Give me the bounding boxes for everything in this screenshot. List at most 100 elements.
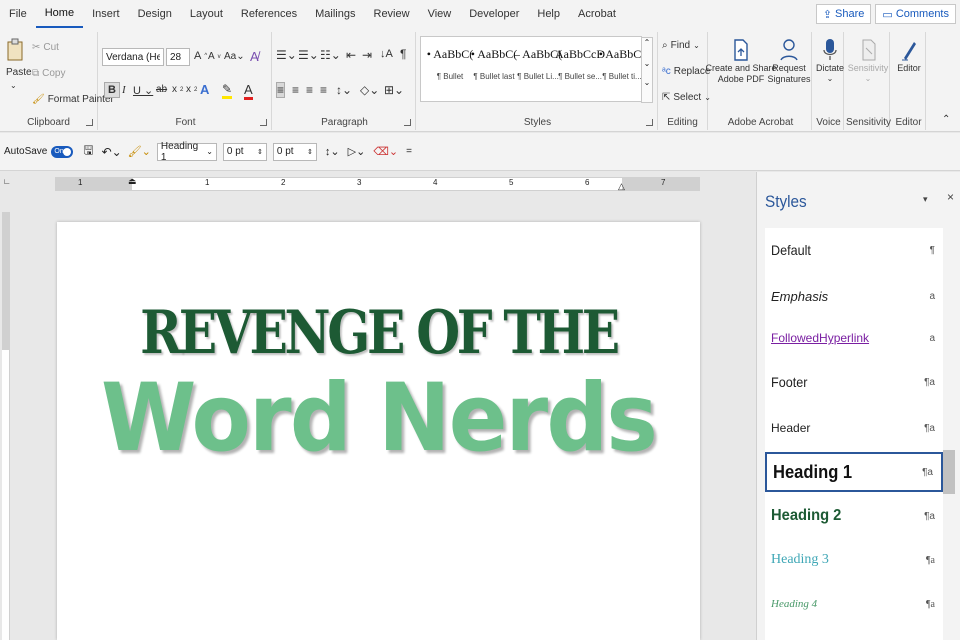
vertical-ruler[interactable] <box>2 212 10 640</box>
document-title-line-2[interactable]: Word Nerds <box>83 372 675 466</box>
superscript-icon[interactable]: x2 <box>186 84 197 95</box>
tab-insert[interactable]: Insert <box>83 0 129 28</box>
tab-acrobat[interactable]: Acrobat <box>569 0 625 28</box>
paste-button[interactable]: Paste ⌄ <box>6 38 32 90</box>
font-name-box[interactable]: Verdana (Headir <box>102 48 164 66</box>
tab-file[interactable]: File <box>0 0 36 28</box>
indent-marker-icon[interactable]: ⏏ <box>128 176 137 187</box>
tab-selector-icon[interactable]: ∟ <box>3 177 13 187</box>
increase-indent-icon[interactable]: ⇥ <box>362 48 372 62</box>
collapse-ribbon-icon[interactable]: ⌃ <box>942 114 950 125</box>
undo-icon[interactable]: ↶⌄ <box>102 145 122 159</box>
decrease-indent-icon[interactable]: ⇤ <box>346 48 356 62</box>
sensitivity-icon <box>862 39 876 61</box>
dialog-launcher-icon[interactable] <box>86 119 93 126</box>
tab-mailings[interactable]: Mailings <box>306 0 364 28</box>
find-button[interactable]: ⌕ Find ⌄ <box>662 40 700 51</box>
align-left-icon[interactable]: ≡ <box>276 82 286 98</box>
style-item-emphasis[interactable]: Emphasis a <box>765 276 943 316</box>
document-title-line-1[interactable]: REVENGE OF THE <box>108 298 648 368</box>
style-item-followed-hyperlink[interactable]: FollowedHyperlink a <box>765 318 943 358</box>
replace-button[interactable]: ᵃc Replace <box>662 66 710 77</box>
numbering-icon[interactable]: ☰⌄ <box>298 48 319 62</box>
cut-button[interactable]: ✂ Cut <box>32 42 59 53</box>
dialog-launcher-icon[interactable] <box>404 119 411 126</box>
style-item-default[interactable]: Default ¶ <box>765 230 943 270</box>
align-right-icon[interactable]: ≡ <box>306 83 313 97</box>
justify-icon[interactable]: ≡ <box>320 83 327 97</box>
style-item-footer[interactable]: Footer ¶a <box>765 362 943 402</box>
grow-font-icon[interactable]: A ^ <box>194 50 207 62</box>
format-painter-icon[interactable]: 🖌⌄ <box>128 145 151 158</box>
close-icon[interactable]: × <box>947 190 954 204</box>
autosave-toggle[interactable]: On <box>51 145 74 158</box>
multilevel-list-icon[interactable]: ☷⌄ <box>320 48 341 62</box>
dialog-launcher-icon[interactable] <box>646 119 653 126</box>
sensitivity-button[interactable]: Sensitivity ⌄ <box>848 38 888 83</box>
underline-icon[interactable]: U ⌄ <box>133 84 153 97</box>
shading-icon[interactable]: ◇⌄ <box>360 83 379 97</box>
scrollbar-thumb[interactable] <box>943 450 955 494</box>
tab-review[interactable]: Review <box>365 0 419 28</box>
spacing-before-box[interactable]: 0 pt ⇕ <box>222 142 267 161</box>
bold-icon[interactable]: B <box>104 82 120 98</box>
document-page[interactable]: REVENGE OF THE Word Nerds <box>57 222 700 640</box>
align-center-icon[interactable]: ≡ <box>292 83 299 97</box>
search-icon: ⌕ <box>662 40 668 51</box>
more-icon[interactable]: ⌄ <box>642 78 652 87</box>
sort-icon[interactable]: ↓A <box>380 48 393 60</box>
style-item-label: FollowedHyperlink <box>771 331 870 345</box>
styles-scrollbar[interactable] <box>943 228 955 640</box>
style-box[interactable]: Heading 1 ⌄ <box>156 141 217 163</box>
tab-developer[interactable]: Developer <box>460 0 528 28</box>
text-effects-icon[interactable]: A <box>200 82 209 97</box>
strikethrough-icon[interactable]: ab <box>156 84 167 95</box>
style-item-heading-1[interactable]: Heading 1 ¶a <box>765 452 943 492</box>
editor-button[interactable]: Editor <box>894 38 924 73</box>
select-button[interactable]: ⇱ Select ⌄ <box>662 92 711 103</box>
request-signatures-button[interactable]: Request Signatures <box>767 38 811 84</box>
tab-help[interactable]: Help <box>528 0 569 28</box>
create-share-pdf-button[interactable]: Create and Share Adobe PDF <box>705 38 777 84</box>
style-item-heading-2[interactable]: Heading 2 ¶a <box>765 496 943 536</box>
change-case-icon[interactable]: Aa⌄ <box>224 51 245 62</box>
chevron-down-icon[interactable]: ▾ <box>923 194 928 205</box>
dialog-launcher-icon[interactable] <box>260 119 267 126</box>
highlight-icon[interactable]: ✎ <box>222 82 233 99</box>
chevron-up-icon[interactable]: ⌃ <box>642 38 652 47</box>
share-button[interactable]: ⇪ Share <box>815 4 872 24</box>
gallery-scrollbar[interactable]: ⌃ ⌄ ⌄ <box>641 37 653 103</box>
paragraph-spacing-icon[interactable]: ↕⌄ <box>325 145 340 158</box>
horizontal-ruler[interactable]: 1 1 2 3 4 5 6 7 ⏏ △ <box>55 176 700 192</box>
bullets-icon[interactable]: ☰⌄ <box>276 48 297 62</box>
comments-button[interactable]: ▭ Comments <box>875 4 956 24</box>
font-color-icon[interactable]: A <box>244 82 253 100</box>
tab-design[interactable]: Design <box>129 0 181 28</box>
style-item-header[interactable]: Header ¶a <box>765 408 943 448</box>
play-icon[interactable]: ▷⌄ <box>348 145 366 158</box>
copy-button[interactable]: ⧉ Copy <box>32 68 66 79</box>
save-icon[interactable]: 🖫 <box>83 141 93 162</box>
pilcrow-icon[interactable]: ¶ <box>400 47 406 61</box>
tab-view[interactable]: View <box>419 0 461 28</box>
paragraph-mark-icon: ¶ <box>929 244 935 256</box>
spacing-after-box[interactable]: 0 pt ⇕ <box>272 142 317 161</box>
tab-home[interactable]: Home <box>35 0 84 28</box>
chevron-down-icon[interactable]: ⌄ <box>642 59 652 68</box>
font-size-box[interactable]: 28 <box>166 48 190 66</box>
clear-formatting-icon[interactable]: A̸ <box>250 49 259 64</box>
subscript-icon[interactable]: x2 <box>172 84 183 95</box>
tab-layout[interactable]: Layout <box>181 0 232 28</box>
borders-icon[interactable]: ⊞⌄ <box>384 83 404 97</box>
dictate-button[interactable]: Dictate ⌄ <box>816 38 844 83</box>
customize-toolbar-icon[interactable]: = <box>406 146 412 157</box>
italic-icon[interactable]: I <box>122 84 126 96</box>
tab-references[interactable]: References <box>232 0 306 28</box>
style-item-heading-3[interactable]: Heading 3 ¶a <box>765 540 943 580</box>
line-spacing-icon[interactable]: ↕⌄ <box>336 83 352 97</box>
right-indent-marker-icon[interactable]: △ <box>618 181 625 192</box>
shrink-font-icon[interactable]: Av <box>208 51 221 62</box>
clear-icon[interactable]: ⌫⌄ <box>373 145 398 158</box>
editor-group: Editor Editor <box>892 32 926 130</box>
style-item-heading-4[interactable]: Heading 4 ¶a <box>765 584 943 624</box>
